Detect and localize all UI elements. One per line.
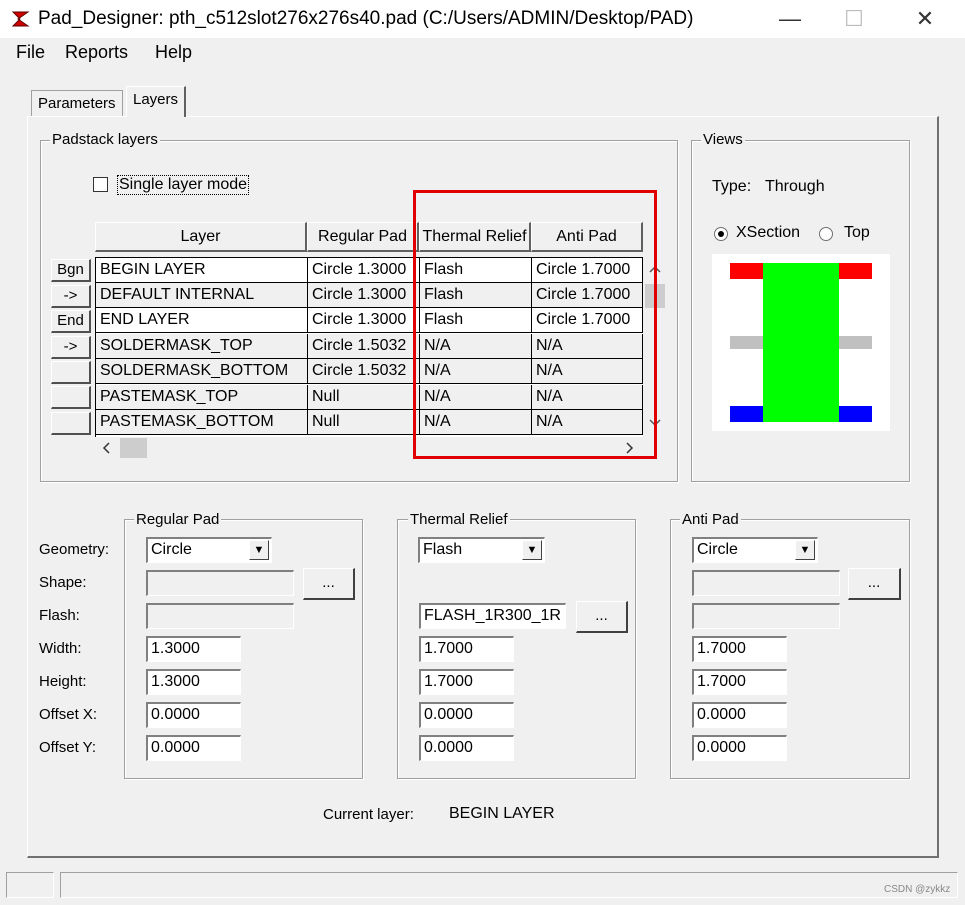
offset-x-label: Offset X:: [39, 706, 98, 723]
tab-parameters[interactable]: Parameters: [31, 90, 123, 116]
current-layer-value: BEGIN LAYER: [449, 805, 555, 822]
header-regular-pad[interactable]: Regular Pad: [307, 222, 419, 252]
anti-shape-field[interactable]: [692, 570, 840, 596]
thermal-offset-y-input[interactable]: 0.0000: [419, 735, 514, 761]
flash-label: Flash:: [39, 607, 80, 624]
row-button[interactable]: [51, 386, 91, 409]
table-row-cell-layer[interactable]: SOLDERMASK_BOTTOM: [96, 359, 308, 384]
table-row-cell-layer[interactable]: DEFAULT INTERNAL: [96, 283, 308, 308]
row-button[interactable]: [51, 412, 91, 435]
views-label: Views: [701, 131, 745, 148]
tab-layers[interactable]: Layers: [126, 86, 187, 117]
anti-flash-field[interactable]: [692, 603, 840, 629]
header-layer[interactable]: Layer: [95, 222, 307, 252]
table-row-cell-regular[interactable]: Circle 1.5032: [308, 359, 420, 384]
top-pad-right: [839, 263, 872, 279]
thermal-offset-x-input[interactable]: 0.0000: [419, 702, 514, 728]
chevron-down-icon[interactable]: ▼: [795, 540, 815, 560]
table-row-cell-layer[interactable]: END LAYER: [96, 308, 308, 333]
window-title: Pad_Designer: pth_c512slot276x276s40.pad…: [38, 8, 694, 29]
minimize-button[interactable]: —: [770, 4, 810, 34]
thermal-flash-browse-button[interactable]: ...: [576, 601, 628, 633]
menu-help[interactable]: Help: [155, 42, 192, 63]
xsection-preview: [712, 254, 890, 431]
menu-bar: [0, 38, 965, 68]
thermal-height-input[interactable]: 1.7000: [419, 669, 514, 695]
bottom-pad-left: [730, 406, 763, 422]
table-row-cell-layer[interactable]: SOLDERMASK_TOP: [96, 334, 308, 359]
offset-y-label: Offset Y:: [39, 739, 96, 756]
regular-flash-field[interactable]: [146, 603, 294, 629]
status-bar-cell: [6, 872, 54, 898]
inner-pad-left: [730, 336, 763, 349]
menu-reports[interactable]: Reports: [65, 42, 128, 63]
table-row-cell-regular[interactable]: Null: [308, 385, 420, 410]
xsection-label: XSection: [736, 224, 801, 241]
geometry-label: Geometry:: [39, 541, 110, 558]
regular-offset-y-input[interactable]: 0.0000: [146, 735, 241, 761]
table-row-cell-layer[interactable]: PASTEMASK_TOP: [96, 385, 308, 410]
thermal-relief-label: Thermal Relief: [408, 511, 510, 528]
xsection-radio[interactable]: [714, 227, 728, 241]
type-label: Type:: [712, 178, 752, 195]
top-label: Top: [844, 224, 870, 241]
row-button-arrow[interactable]: ->: [51, 285, 91, 308]
regular-height-input[interactable]: 1.3000: [146, 669, 241, 695]
table-row-cell-regular[interactable]: Circle 1.3000: [308, 258, 420, 283]
current-layer-label: Current layer:: [323, 806, 414, 823]
anti-offset-y-input[interactable]: 0.0000: [692, 735, 787, 761]
thermal-flash-field[interactable]: FLASH_1R300_1R: [419, 603, 566, 629]
watermark: CSDN @zykkz: [884, 884, 951, 895]
single-layer-mode-checkbox[interactable]: [93, 177, 108, 192]
type-value: Through: [765, 178, 825, 195]
close-button[interactable]: ✕: [905, 4, 945, 34]
row-button-bgn[interactable]: Bgn: [51, 259, 91, 282]
maximize-button[interactable]: ☐: [834, 4, 874, 34]
table-row-cell-layer[interactable]: PASTEMASK_BOTTOM: [96, 410, 308, 435]
regular-pad-label: Regular Pad: [134, 511, 222, 528]
thermal-width-input[interactable]: 1.7000: [419, 636, 514, 662]
table-row-cell-layer[interactable]: BEGIN LAYER: [96, 258, 308, 283]
regular-shape-field[interactable]: [146, 570, 294, 596]
single-layer-mode-label: Single layer mode: [117, 175, 250, 195]
chevron-down-icon[interactable]: ▼: [522, 540, 542, 560]
height-label: Height:: [39, 673, 87, 690]
row-button-end[interactable]: End: [51, 310, 91, 333]
anti-width-input[interactable]: 1.7000: [692, 636, 787, 662]
table-row-cell-regular[interactable]: Circle 1.5032: [308, 334, 420, 359]
menu-file[interactable]: File: [16, 42, 45, 63]
anti-offset-x-input[interactable]: 0.0000: [692, 702, 787, 728]
anti-height-input[interactable]: 1.7000: [692, 669, 787, 695]
top-pad-left: [730, 263, 763, 279]
regular-width-input[interactable]: 1.3000: [146, 636, 241, 662]
annotation-highlight-box: [413, 190, 657, 459]
regular-shape-browse-button[interactable]: ...: [303, 568, 355, 600]
table-row-cell-regular[interactable]: Circle 1.3000: [308, 283, 420, 308]
table-row-cell-regular[interactable]: Circle 1.3000: [308, 308, 420, 333]
status-bar-main: [60, 872, 958, 898]
drill-hole: [763, 263, 839, 422]
horizontal-scroll-thumb[interactable]: [120, 438, 147, 458]
anti-pad-label: Anti Pad: [680, 511, 741, 528]
padstack-layers-label: Padstack layers: [50, 131, 160, 148]
top-radio[interactable]: [819, 227, 833, 241]
regular-offset-x-input[interactable]: 0.0000: [146, 702, 241, 728]
scroll-left-icon[interactable]: [101, 441, 111, 455]
inner-pad-right: [839, 336, 872, 349]
chevron-down-icon[interactable]: ▼: [249, 540, 269, 560]
width-label: Width:: [39, 640, 82, 657]
table-row-cell-regular[interactable]: Null: [308, 410, 420, 435]
row-button[interactable]: [51, 361, 91, 384]
app-icon: [11, 10, 30, 28]
bottom-pad-right: [839, 406, 872, 422]
anti-shape-browse-button[interactable]: ...: [848, 568, 901, 600]
row-button-arrow[interactable]: ->: [51, 336, 91, 359]
shape-label: Shape:: [39, 574, 87, 591]
